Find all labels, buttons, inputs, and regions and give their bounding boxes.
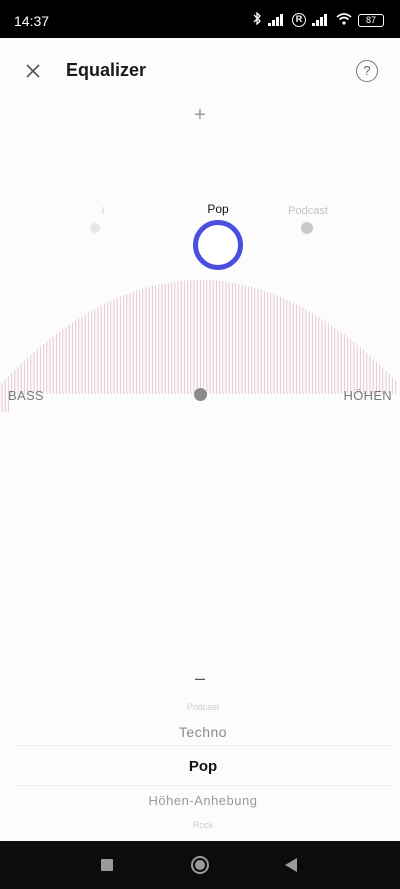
picker-item-hoehen-anhebung[interactable]: Höhen-Anhebung xyxy=(16,793,390,808)
page-title: Equalizer xyxy=(66,60,147,80)
wifi-icon xyxy=(336,12,352,28)
help-button[interactable]: ? xyxy=(356,60,378,82)
center-handle[interactable] xyxy=(194,388,207,401)
signal-icon xyxy=(268,14,286,26)
picker-divider xyxy=(16,745,390,746)
preset-label-pop: Pop xyxy=(207,202,229,216)
preset-label-podcast: Podcast xyxy=(288,205,328,217)
axis-label-hoehen: HÖHEN xyxy=(343,388,392,403)
battery-icon: 87 xyxy=(358,13,384,27)
navigation-bar xyxy=(0,841,400,889)
preset-picker[interactable]: Podcast Techno Pop Höhen-Anhebung Rock xyxy=(16,698,390,832)
status-bar: 14:37 R 87 xyxy=(0,0,400,38)
picker-item-techno[interactable]: Techno xyxy=(16,724,390,740)
signal-icon xyxy=(312,14,330,26)
status-icons: R 87 xyxy=(253,11,384,28)
preset-label-ghost: i xyxy=(101,205,105,217)
registered-icon: R xyxy=(292,13,306,27)
recents-icon[interactable] xyxy=(101,859,113,871)
status-time: 14:37 xyxy=(14,13,50,29)
picker-item-pop[interactable]: Pop xyxy=(16,758,390,775)
bluetooth-icon xyxy=(253,11,262,28)
back-icon[interactable] xyxy=(285,858,297,872)
increase-button[interactable]: + xyxy=(190,104,210,126)
app-header: Equalizer ? xyxy=(0,38,400,104)
home-icon[interactable] xyxy=(191,856,209,874)
preset-dot-podcast[interactable] xyxy=(301,222,313,234)
picker-item-rock[interactable]: Rock xyxy=(16,820,390,830)
picker-item-podcast[interactable]: Podcast xyxy=(16,702,390,712)
axis-label-bass: BASS xyxy=(8,388,44,403)
close-icon xyxy=(26,64,40,78)
decrease-button[interactable]: – xyxy=(190,668,210,688)
preset-selector-pop[interactable] xyxy=(193,220,243,270)
battery-level: 87 xyxy=(365,14,376,25)
picker-divider xyxy=(16,785,390,786)
preset-dot-ghost[interactable] xyxy=(90,223,100,233)
close-button[interactable] xyxy=(22,60,44,82)
